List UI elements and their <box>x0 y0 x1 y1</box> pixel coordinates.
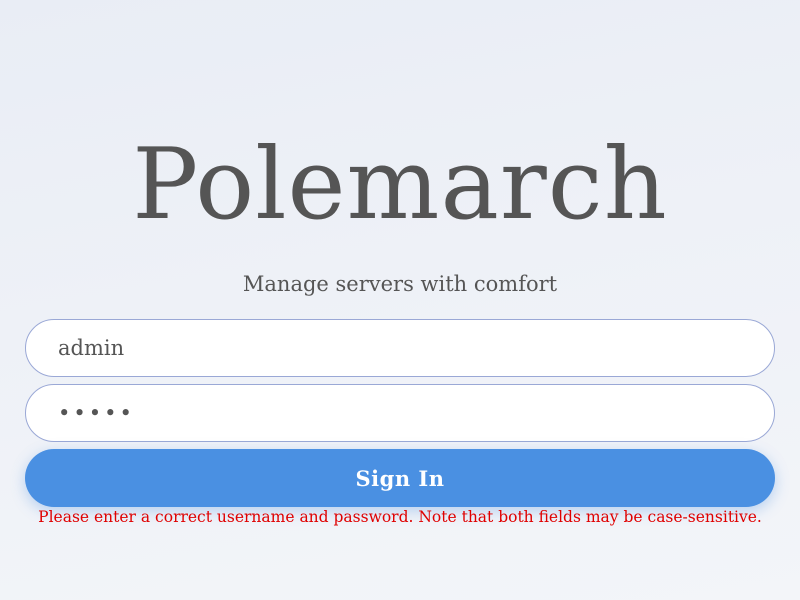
app-subtitle: Manage servers with comfort <box>242 272 558 296</box>
app-title: Polemarch <box>132 128 668 242</box>
sign-in-button[interactable]: Sign In <box>25 449 775 507</box>
login-error-message: Please enter a correct username and pass… <box>38 508 762 526</box>
username-input[interactable] <box>25 319 775 377</box>
password-input[interactable] <box>25 384 775 442</box>
login-page: Polemarch Manage servers with comfort Si… <box>0 0 800 600</box>
